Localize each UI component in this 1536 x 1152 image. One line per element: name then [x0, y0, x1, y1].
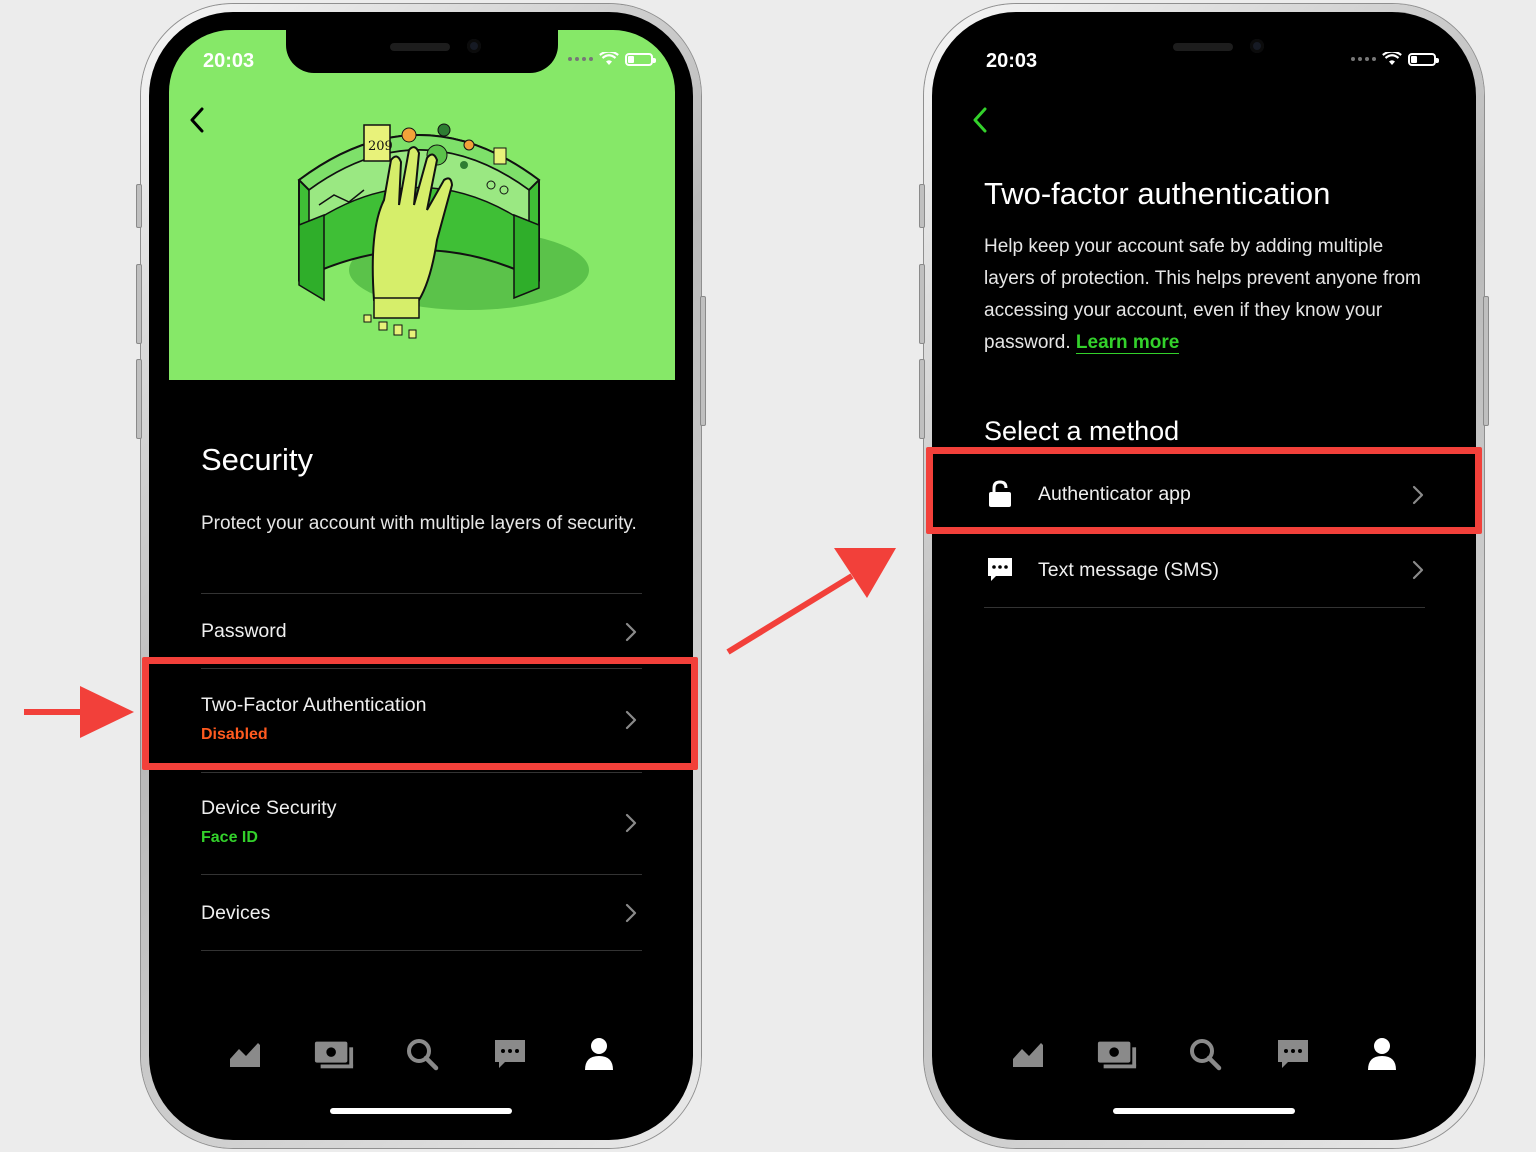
speaker [1173, 43, 1233, 51]
front-camera [1250, 39, 1264, 53]
row-label: Devices [201, 902, 271, 924]
description-text: Help keep your account safe by adding mu… [984, 236, 1421, 353]
highlight-two-factor-row [142, 657, 698, 770]
page-description: Help keep your account safe by adding mu… [984, 231, 1434, 359]
tab-bar [952, 1014, 1458, 1094]
status-time: 20:03 [203, 50, 255, 72]
back-button[interactable] [962, 100, 998, 140]
battery-icon [625, 52, 656, 66]
page-title: Security [201, 442, 313, 477]
chevron-right-icon [1412, 560, 1424, 580]
status-icons [568, 52, 656, 66]
silent-switch [136, 184, 142, 228]
tab-account[interactable] [578, 1033, 620, 1075]
wifi-icon [1382, 52, 1402, 65]
messages-icon [1278, 1040, 1309, 1068]
status-time: 20:03 [986, 50, 1038, 72]
method-label: Text message (SMS) [1038, 559, 1219, 581]
signal-icon [1351, 57, 1376, 61]
tab-search[interactable] [401, 1033, 443, 1075]
volume-down-button [919, 359, 925, 439]
battery-icon [1408, 52, 1439, 66]
signal-icon [568, 57, 593, 61]
tab-search[interactable] [1184, 1033, 1226, 1075]
search-icon [406, 1039, 439, 1071]
page-title: Two-factor authentication [984, 176, 1331, 211]
volume-up-button [136, 264, 142, 344]
page-description: Protect your account with multiple layer… [201, 513, 637, 534]
power-button [1483, 296, 1489, 426]
chart-icon [1013, 1043, 1044, 1067]
left-phone-frame: 209 20:03 Security Protect your account … [136, 4, 706, 1148]
back-button[interactable] [179, 100, 215, 140]
chevron-right-icon [625, 903, 637, 923]
device-security-status: Face ID [201, 829, 258, 846]
account-icon [584, 1038, 613, 1070]
message-icon [988, 558, 1012, 581]
two-factor-screen: 20:03 Two-factor authentication Help kee… [952, 30, 1458, 1130]
right-phone-frame: 20:03 Two-factor authentication Help kee… [919, 4, 1489, 1148]
status-icons [1351, 52, 1439, 66]
account-icon [1367, 1038, 1396, 1070]
tab-account[interactable] [1361, 1033, 1403, 1075]
notch [286, 30, 558, 73]
chevron-left-icon [190, 107, 204, 133]
home-indicator [1113, 1108, 1295, 1114]
tab-cash[interactable] [1096, 1033, 1138, 1075]
wifi-icon [599, 52, 619, 65]
tab-cash[interactable] [313, 1033, 355, 1075]
speaker [390, 43, 450, 51]
volume-down-button [136, 359, 142, 439]
power-button [700, 296, 706, 426]
chevron-right-icon [625, 813, 637, 833]
front-camera [467, 39, 481, 53]
row-label: Password [201, 620, 287, 642]
arrow-diagonal-annotation [726, 548, 896, 655]
tab-messages[interactable] [1272, 1033, 1314, 1075]
tab-messages[interactable] [489, 1033, 531, 1075]
chevron-right-icon [625, 622, 637, 642]
tab-investing[interactable] [224, 1033, 266, 1075]
section-title: Select a method [984, 416, 1180, 446]
settings-row-devices[interactable]: Devices [201, 875, 642, 951]
settings-row-device-security[interactable]: Device Security Face ID [201, 773, 642, 875]
notch [1069, 30, 1341, 73]
messages-icon [495, 1040, 526, 1068]
highlight-authenticator-row [926, 447, 1482, 534]
arrow-right-annotation [24, 686, 134, 738]
home-indicator [330, 1108, 512, 1114]
method-row-sms[interactable]: Text message (SMS) [984, 532, 1425, 608]
silent-switch [919, 184, 925, 228]
security-screen: 209 20:03 Security Protect your account … [169, 30, 675, 1130]
chevron-left-icon [973, 107, 987, 133]
learn-more-link[interactable]: Learn more [1075, 332, 1180, 354]
tab-investing[interactable] [1007, 1033, 1049, 1075]
illustration-number: 209 [368, 139, 393, 154]
search-icon [1189, 1039, 1222, 1071]
cash-icon [1097, 1041, 1136, 1069]
volume-up-button [919, 264, 925, 344]
chart-icon [230, 1043, 261, 1067]
row-label: Device Security [201, 797, 337, 819]
tab-bar [169, 1014, 675, 1094]
cash-icon [314, 1041, 353, 1069]
